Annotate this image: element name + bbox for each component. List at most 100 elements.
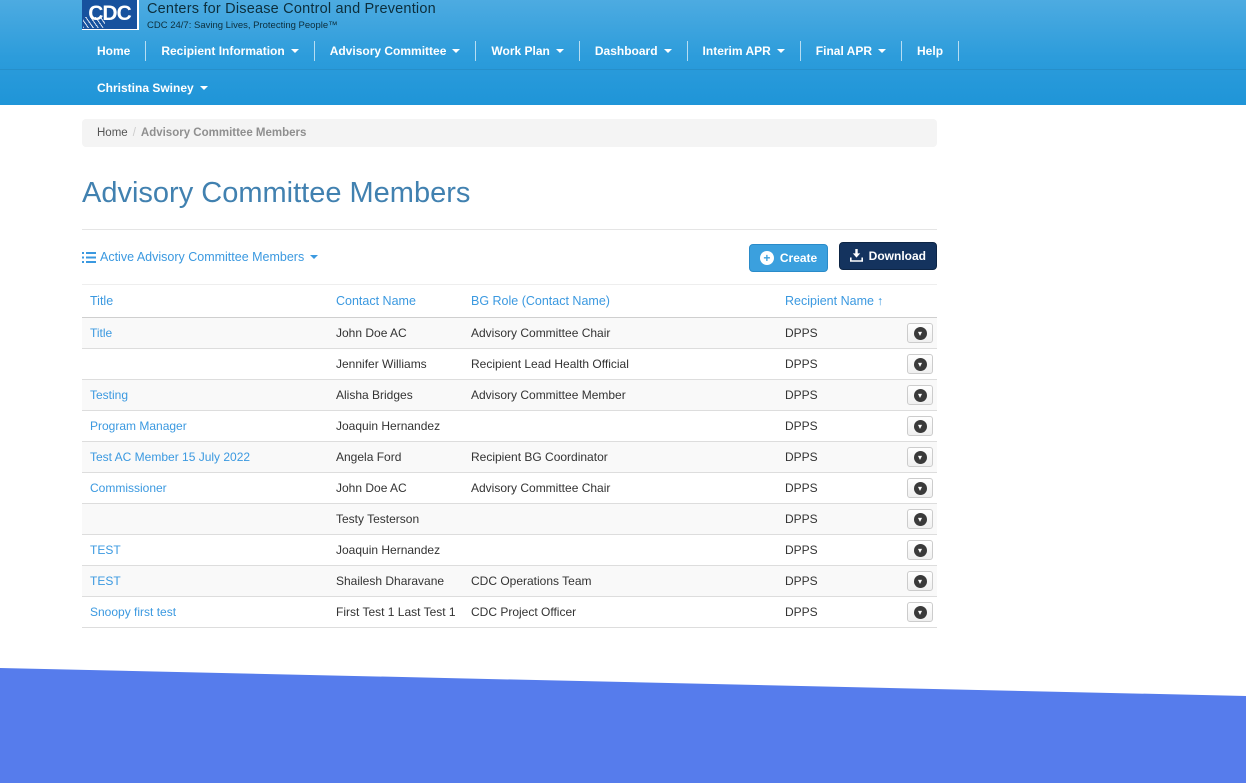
- member-title-link[interactable]: Commissioner: [90, 481, 167, 495]
- chevron-down-icon: [556, 49, 564, 53]
- row-actions-button[interactable]: ▾: [907, 354, 933, 374]
- member-title-link[interactable]: Title: [90, 326, 112, 340]
- nav-item-advisory-committee[interactable]: Advisory Committee: [315, 33, 476, 69]
- table-row: Test AC Member 15 July 2022 Angela Ford …: [82, 442, 937, 473]
- column-header-bg-role[interactable]: BG Role (Contact Name): [463, 285, 777, 318]
- row-actions-button[interactable]: ▾: [907, 602, 933, 622]
- chevron-down-icon: [291, 49, 299, 53]
- recipient-name-cell: DPPS: [777, 380, 902, 411]
- recipient-name-cell: DPPS: [777, 349, 902, 380]
- bg-role-cell: Advisory Committee Member: [463, 380, 777, 411]
- site-header: CDC Centers for Disease Control and Prev…: [0, 0, 1246, 105]
- table-row: TEST Shailesh Dharavane CDC Operations T…: [82, 566, 937, 597]
- chevron-down-icon: ▾: [914, 544, 927, 557]
- row-actions-button[interactable]: ▾: [907, 571, 933, 591]
- chevron-down-icon: ▾: [914, 327, 927, 340]
- members-table: Title Contact Name BG Role (Contact Name…: [82, 284, 937, 628]
- nav-item-interim-apr[interactable]: Interim APR: [688, 33, 800, 69]
- nav-item-final-apr[interactable]: Final APR: [801, 33, 901, 69]
- contact-name-cell: First Test 1 Last Test 1: [328, 597, 463, 628]
- row-actions-button[interactable]: ▾: [907, 385, 933, 405]
- member-title-link[interactable]: Program Manager: [90, 419, 187, 433]
- contact-name-cell: Testy Testerson: [328, 504, 463, 535]
- row-actions-button[interactable]: ▾: [907, 447, 933, 467]
- chevron-down-icon: ▾: [914, 420, 927, 433]
- sort-ascending-icon: ↑: [877, 294, 883, 308]
- contact-name-cell: Alisha Bridges: [328, 380, 463, 411]
- member-title-link[interactable]: TEST: [90, 543, 121, 557]
- toolbar-buttons: + Create Download: [749, 242, 937, 273]
- brand-row: CDC Centers for Disease Control and Prev…: [0, 0, 1246, 33]
- chevron-down-icon: [664, 49, 672, 53]
- contact-name-cell: Shailesh Dharavane: [328, 566, 463, 597]
- user-menu[interactable]: Christina Swiney: [82, 70, 223, 105]
- breadcrumb-home-link[interactable]: Home: [97, 127, 128, 139]
- main-content: Home / Advisory Committee Members Advisory…: [82, 119, 937, 628]
- breadcrumb-separator: /: [133, 127, 136, 139]
- table-row: TEST Joaquin Hernandez DPPS ▾: [82, 535, 937, 566]
- row-actions-button[interactable]: ▾: [907, 478, 933, 498]
- row-actions-button[interactable]: ▾: [907, 509, 933, 529]
- bg-role-cell: [463, 411, 777, 442]
- nav-item-work-plan[interactable]: Work Plan: [476, 33, 578, 69]
- chevron-down-icon: [777, 49, 785, 53]
- nav-item-recipient-information[interactable]: Recipient Information: [146, 33, 313, 69]
- member-title-link[interactable]: Snoopy first test: [90, 605, 176, 619]
- create-button-label: Create: [780, 251, 817, 265]
- bg-role-cell: [463, 535, 777, 566]
- toolbar: Active Advisory Committee Members + Crea…: [82, 242, 937, 272]
- contact-name-cell: John Doe AC: [328, 473, 463, 504]
- table-header-row: Title Contact Name BG Role (Contact Name…: [82, 285, 937, 318]
- bg-role-cell: CDC Operations Team: [463, 566, 777, 597]
- download-icon: [850, 249, 863, 262]
- create-button[interactable]: + Create: [749, 244, 828, 272]
- breadcrumb: Home/Advisory Committee Members: [82, 119, 937, 147]
- row-actions-button[interactable]: ▾: [907, 323, 933, 343]
- table-row: Testy Testerson DPPS ▾: [82, 504, 937, 535]
- row-actions-button[interactable]: ▾: [907, 540, 933, 560]
- chevron-down-icon: [200, 86, 208, 90]
- chevron-down-icon: ▾: [914, 451, 927, 464]
- recipient-name-cell: DPPS: [777, 411, 902, 442]
- member-title-link[interactable]: TEST: [90, 574, 121, 588]
- brand-tagline: CDC 24/7: Saving Lives, Protecting Peopl…: [147, 20, 436, 31]
- nav-item-dashboard[interactable]: Dashboard: [580, 33, 687, 69]
- filter-dropdown[interactable]: Active Advisory Committee Members: [82, 250, 318, 264]
- contact-name-cell: Joaquin Hernandez: [328, 411, 463, 442]
- bg-role-cell: CDC Project Officer: [463, 597, 777, 628]
- brand-title: Centers for Disease Control and Preventi…: [147, 1, 436, 17]
- nav-item-help[interactable]: Help: [902, 33, 958, 69]
- chevron-down-icon: ▾: [914, 358, 927, 371]
- column-header-title[interactable]: Title: [82, 285, 328, 318]
- row-actions-button[interactable]: ▾: [907, 416, 933, 436]
- nav-item-home[interactable]: Home: [82, 33, 145, 69]
- page-title: Advisory Committee Members: [82, 177, 937, 210]
- table-row: Testing Alisha Bridges Advisory Committe…: [82, 380, 937, 411]
- bg-role-cell: Advisory Committee Chair: [463, 318, 777, 349]
- filter-dropdown-label: Active Advisory Committee Members: [100, 250, 304, 264]
- cdc-logo[interactable]: CDC: [82, 0, 139, 30]
- member-title-link[interactable]: Test AC Member 15 July 2022: [90, 450, 250, 464]
- column-header-actions: [902, 285, 937, 318]
- recipient-name-cell: DPPS: [777, 473, 902, 504]
- member-title-link[interactable]: Testing: [90, 388, 128, 402]
- chevron-down-icon: ▾: [914, 389, 927, 402]
- brand-text: Centers for Disease Control and Preventi…: [147, 0, 436, 31]
- recipient-name-cell: DPPS: [777, 535, 902, 566]
- footer-banner: [0, 660, 1246, 783]
- list-icon: [82, 251, 96, 264]
- column-header-recipient-name[interactable]: Recipient Name↑: [777, 285, 902, 318]
- column-header-contact-name[interactable]: Contact Name: [328, 285, 463, 318]
- user-nav: Christina Swiney: [0, 69, 1246, 105]
- main-nav: Home Recipient Information Advisory Comm…: [0, 33, 1246, 69]
- contact-name-cell: John Doe AC: [328, 318, 463, 349]
- download-button[interactable]: Download: [839, 242, 937, 270]
- recipient-name-cell: DPPS: [777, 597, 902, 628]
- contact-name-cell: Jennifer Williams: [328, 349, 463, 380]
- chevron-down-icon: ▾: [914, 482, 927, 495]
- recipient-name-cell: DPPS: [777, 442, 902, 473]
- recipient-name-cell: DPPS: [777, 504, 902, 535]
- table-row: Program Manager Joaquin Hernandez DPPS ▾: [82, 411, 937, 442]
- contact-name-cell: Joaquin Hernandez: [328, 535, 463, 566]
- chevron-down-icon: [878, 49, 886, 53]
